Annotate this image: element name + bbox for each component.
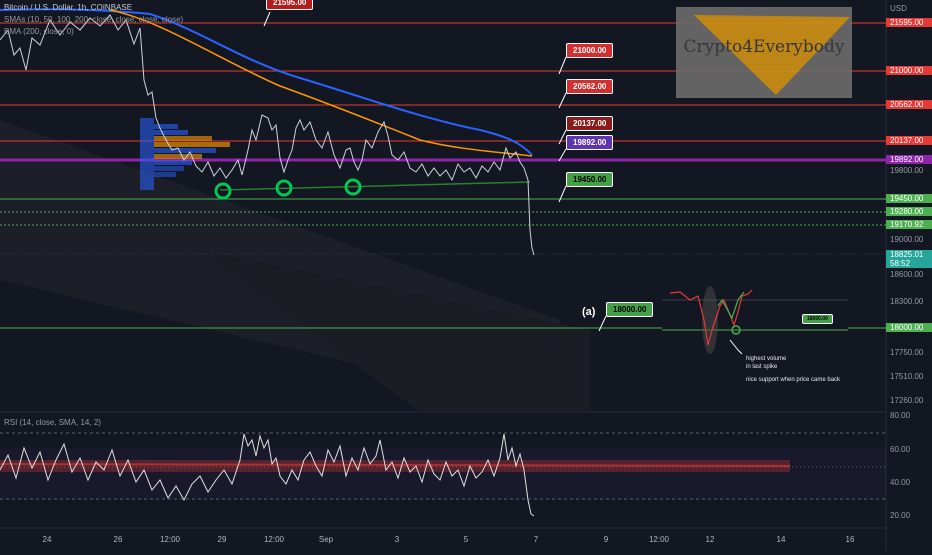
- callout-leader: [558, 92, 567, 109]
- axis-label-19450: 19450.00: [886, 194, 932, 203]
- axis-label-17750: 17750.00: [890, 348, 924, 357]
- tag-21595[interactable]: 21595.00: [266, 0, 314, 10]
- support-trendline[interactable]: [219, 181, 531, 191]
- time-axis[interactable]: 24 26 12:00 29 12:00 Sep 3 5 7 9 12:00 1…: [0, 528, 886, 550]
- rsi-axis-40: 40.00: [890, 478, 911, 487]
- axis-label-19892: 19892.00: [886, 155, 932, 164]
- callout-leader: [558, 185, 567, 203]
- time-label: 16: [845, 535, 855, 544]
- volume-profile: [140, 118, 230, 190]
- time-label: Sep: [318, 535, 334, 544]
- axis-label-18000: 18000.00: [886, 323, 932, 332]
- tag-20562[interactable]: 20562.00: [566, 79, 614, 94]
- axis-label-17510: 17510.00: [890, 372, 924, 381]
- time-label: 29: [217, 535, 227, 544]
- axis-label-17260: 17260.00: [890, 396, 924, 405]
- bar-countdown-label: 58:52: [886, 259, 932, 268]
- axis-label-18300: 18300.00: [890, 297, 924, 306]
- time-label: 24: [42, 535, 52, 544]
- callout-leader: [558, 129, 567, 145]
- inset-note-1: highest volume: [746, 356, 787, 362]
- time-label: 7: [533, 535, 539, 544]
- time-label: 14: [776, 535, 786, 544]
- current-price-label: 18825.01: [886, 250, 932, 259]
- inset-chart: [662, 286, 848, 390]
- rsi-axis-80: 80.00: [890, 411, 911, 420]
- ema-200-line[interactable]: [0, 8, 533, 156]
- time-label: 3: [394, 535, 400, 544]
- inset-note-3: nice support when price came back: [746, 377, 841, 383]
- chart-window[interactable]: Bitcoin / U.S. Dollar, 1h, COINBASE SMAs…: [0, 0, 932, 550]
- inset-tag-18000: 18000.00: [802, 314, 833, 324]
- symbol-title[interactable]: Bitcoin / U.S. Dollar, 1h, COINBASE: [4, 3, 132, 12]
- time-label: 5: [463, 535, 469, 544]
- currency-label: USD: [890, 4, 907, 13]
- callout-leader: [598, 315, 607, 332]
- time-label: 12:00: [159, 535, 181, 544]
- inset-note-2: in last spike: [746, 364, 778, 370]
- axis-label-19170: 19170.92: [886, 220, 932, 229]
- annotation-label: (a): [582, 306, 596, 318]
- axis-label-19280: 19280.00: [886, 207, 932, 216]
- smas-legend[interactable]: SMAs (10, 50, 100, 200, close, close, cl…: [4, 15, 183, 24]
- tag-20137[interactable]: 20137.00: [566, 116, 614, 131]
- tag-18000[interactable]: 18000.00: [606, 302, 654, 317]
- logo-text: Crypto4Everybody: [683, 37, 845, 57]
- tag-19892[interactable]: 19892.00: [566, 135, 614, 150]
- time-label: 12:00: [648, 535, 670, 544]
- tag-21000[interactable]: 21000.00: [566, 43, 614, 58]
- axis-label-21000: 21000.00: [886, 66, 932, 75]
- time-label: 12: [705, 535, 715, 544]
- axis-label-20137: 20137.00: [886, 136, 932, 145]
- rsi-axis-60: 60.00: [890, 445, 911, 454]
- watermark-logo: Crypto4Everybody: [676, 7, 852, 98]
- tag-19450[interactable]: 19450.00: [566, 172, 614, 187]
- axis-label-18600: 18600.00: [890, 270, 924, 279]
- axis-label-19800: 19800.00: [890, 166, 924, 175]
- axis-label-21595: 21595.00: [886, 18, 932, 27]
- price-axis[interactable]: USD 21595.00 21000.00 20562.00 20137.00 …: [886, 0, 932, 528]
- rsi-axis-20: 20.00: [890, 511, 911, 520]
- rsi-legend[interactable]: RSI (14, close, SMA, 14, 2): [4, 418, 101, 427]
- axis-label-19000: 19000.00: [890, 235, 924, 244]
- time-label: 12:00: [263, 535, 285, 544]
- support-circle-1[interactable]: [214, 182, 232, 200]
- time-label: 26: [113, 535, 123, 544]
- time-label: 9: [603, 535, 609, 544]
- callout-leader: [263, 11, 271, 27]
- ema-legend[interactable]: EMA (200, close, 0): [4, 27, 74, 36]
- axis-label-20562: 20562.00: [886, 100, 932, 109]
